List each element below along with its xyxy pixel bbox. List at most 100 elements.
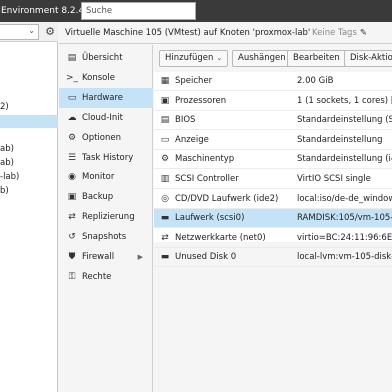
- hardware-value: Standardeinstellung (i440fx): [297, 154, 392, 165]
- table-row[interactable]: ▭ Anzeige Standardeinstellung: [154, 131, 392, 150]
- hardware-name: Maschinentyp: [175, 154, 235, 165]
- hardware-toolbar: Hinzufügen ⌄ Aushängen Bearbeiten Disk-Ak…: [154, 48, 392, 70]
- hardware-value: 2.00 GiB: [297, 76, 334, 86]
- hdd-icon: ▬: [160, 252, 170, 263]
- top-bar: Environment 8.2.4: [0, 0, 392, 22]
- cpu-icon: ▣: [160, 95, 170, 106]
- display-icon: ▭: [160, 134, 170, 145]
- shield-icon: ⛊: [68, 252, 76, 262]
- subnav-item-firewall[interactable]: ⛊ Firewall ▶: [59, 247, 153, 267]
- gear-icon: ⚙: [67, 132, 77, 143]
- search-box[interactable]: [81, 2, 196, 20]
- subnav-item-task-history[interactable]: ☰ Task History: [59, 148, 153, 168]
- console-icon: >_: [65, 72, 79, 83]
- table-row[interactable]: ◎ CD/DVD Laufwerk (ide2) local:iso/de-de_w…: [154, 190, 392, 209]
- subnav-item-cloud-init[interactable]: ☁ Cloud-Init: [59, 108, 153, 128]
- subnav-item-label: Monitor: [82, 172, 115, 183]
- resource-tree: ⌄ ⚙ 2) ab) ab) -lab) b): [0, 22, 58, 392]
- hardware-name: SCSI Controller: [175, 174, 239, 184]
- subnav-item-konsole[interactable]: >_ Konsole: [59, 68, 153, 88]
- subnav-item-label: Rechte: [82, 271, 112, 282]
- subnav-item-label: Task History: [82, 152, 134, 163]
- subnav-item-label: Firewall: [82, 252, 115, 262]
- disk-action-button-label: Disk-Aktion: [350, 53, 392, 63]
- content-header: Virtuelle Maschine 105 (VMtest) auf Knot…: [59, 22, 392, 44]
- table-row[interactable]: ▤ BIOS Standardeinstellung (SeaBIOS): [154, 111, 392, 131]
- subnav-item-label: Backup: [82, 192, 114, 203]
- gear-icon[interactable]: ⚙: [43, 24, 57, 40]
- cloud-icon: ☁: [67, 112, 77, 123]
- network-icon: ⇄: [161, 232, 169, 243]
- tree-item[interactable]: [0, 115, 58, 128]
- memory-icon: ▦: [160, 76, 170, 86]
- hardware-value: local:iso/de-de_windows_10: [297, 193, 392, 204]
- add-button[interactable]: Hinzufügen ⌄: [159, 50, 229, 67]
- subnav-item-replizierung[interactable]: ⇄ Replizierung: [59, 207, 153, 227]
- hardware-name: Laufwerk (scsi0): [175, 213, 245, 224]
- vm-subnav: ▤ Übersicht >_ Konsole ▭ Hardware ☁ Cloud-Init ⚙…: [59, 45, 153, 392]
- pencil-icon[interactable]: ✎: [360, 28, 367, 38]
- chevron-down-icon: ⌄: [28, 26, 35, 35]
- hardware-name: Speicher: [175, 76, 213, 86]
- list-icon: ☰: [67, 152, 77, 163]
- subnav-item-label: Übersicht: [82, 53, 123, 63]
- hardware-value: VirtIO SCSI single: [297, 174, 371, 184]
- hdd-icon: ▬: [160, 213, 170, 224]
- table-row[interactable]: ▦ Speicher 2.00 GiB: [154, 72, 392, 91]
- hardware-value: local-lvm:vm-105-disk-0: [297, 252, 392, 263]
- tree-item[interactable]: 2): [0, 101, 58, 114]
- environment-title: Environment 8.2.4: [1, 6, 85, 16]
- hardware-grid: ▦ Speicher 2.00 GiB ▣ Prozessoren 1 (1 socket…: [154, 72, 392, 268]
- hardware-icon: ▭: [67, 92, 77, 103]
- subnav-item-hardware[interactable]: ▭ Hardware: [59, 87, 153, 108]
- chevron-down-icon: ⌄: [216, 54, 223, 62]
- disk-action-button[interactable]: Disk-Aktion: [344, 50, 392, 67]
- scsi-controller-icon: ▥: [160, 174, 170, 184]
- subnav-item-label: Cloud-Init: [82, 112, 123, 123]
- tree-item[interactable]: b): [0, 185, 58, 198]
- detach-button-label: Aushängen: [238, 53, 286, 63]
- subnav-item-optionen[interactable]: ⚙ Optionen: [59, 128, 153, 148]
- table-row[interactable]: ⇄ Netzwerkkarte (net0) virtio=BC:24:11:96:…: [154, 229, 392, 248]
- table-row[interactable]: ▣ Prozessoren 1 (1 sockets, 1 cores) [x86-…: [154, 92, 392, 111]
- sync-icon: ⇄: [68, 212, 76, 223]
- subnav-item-label: Replizierung: [82, 212, 135, 223]
- edit-button[interactable]: Bearbeiten: [287, 50, 346, 67]
- edit-button-label: Bearbeiten: [293, 53, 340, 63]
- hardware-name: Unused Disk 0: [175, 252, 237, 263]
- machine-icon: ⚙: [160, 154, 170, 165]
- unlock-icon: ⚿: [68, 271, 76, 282]
- subnav-item--bersicht[interactable]: ▤ Übersicht: [59, 48, 153, 68]
- expand-arrow-icon[interactable]: ▶: [138, 247, 143, 267]
- detach-button[interactable]: Aushängen: [232, 50, 292, 67]
- add-button-label: Hinzufügen: [165, 53, 214, 63]
- hardware-name: Netzwerkkarte (net0): [175, 232, 266, 243]
- table-row[interactable]: ▥ SCSI Controller VirtIO SCSI single: [154, 170, 392, 189]
- tree-item[interactable]: ab): [0, 143, 58, 156]
- subnav-item-label: Hardware: [82, 92, 124, 103]
- table-row[interactable]: ▬ Laufwerk (scsi0) RAMDISK:105/vm-105-disk…: [154, 209, 392, 229]
- tree-view-select[interactable]: ⌄: [0, 24, 39, 40]
- subnav-item-rechte[interactable]: ⚿ Rechte: [59, 267, 153, 287]
- eye-icon: ◉: [68, 172, 76, 183]
- hardware-value: virtio=BC:24:11:96:6E:6B,bridge=vmbr0: [297, 232, 392, 243]
- subnav-item-backup[interactable]: ▣ Backup: [59, 187, 153, 207]
- save-icon: ▣: [67, 192, 77, 203]
- subnav-item-label: Optionen: [82, 132, 121, 143]
- tags-label: Keine Tags: [312, 28, 357, 38]
- search-input[interactable]: [82, 3, 195, 19]
- hardware-name: Anzeige: [175, 134, 209, 145]
- cdrom-icon: ◎: [161, 193, 169, 204]
- hardware-name: Prozessoren: [175, 95, 227, 106]
- table-row[interactable]: ⚙ Maschinentyp Standardeinstellung (i440fx…: [154, 150, 392, 170]
- subnav-item-snapshots[interactable]: ↺ Snapshots: [59, 227, 153, 247]
- bios-icon: ▤: [160, 115, 170, 126]
- tags-area[interactable]: Keine Tags ✎: [312, 22, 367, 44]
- hardware-value: Standardeinstellung: [297, 134, 383, 145]
- tree-header: ⌄ ⚙: [0, 22, 58, 42]
- table-row[interactable]: ▬ Unused Disk 0 local-lvm:vm-105-disk-0: [154, 248, 392, 268]
- tree-item[interactable]: -lab): [0, 171, 58, 184]
- tree-item[interactable]: ab): [0, 157, 58, 170]
- subnav-item-monitor[interactable]: ◉ Monitor: [59, 167, 153, 187]
- hardware-name: CD/DVD Laufwerk (ide2): [175, 193, 279, 204]
